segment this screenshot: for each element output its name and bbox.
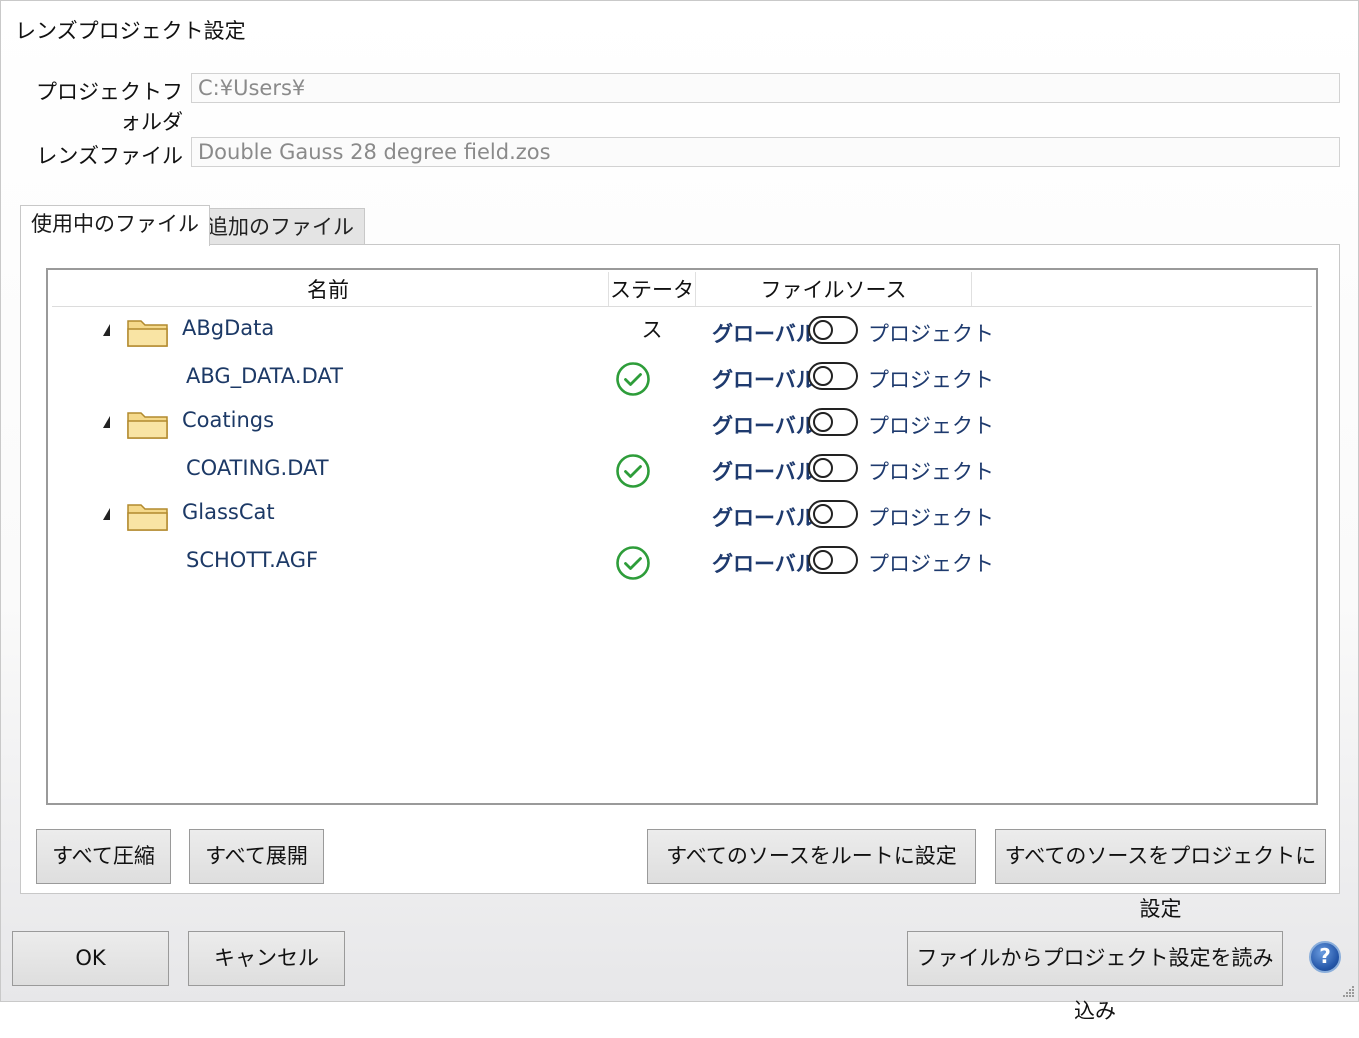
file-name: COATING.DAT bbox=[186, 456, 329, 480]
folder-name: GlassCat bbox=[182, 500, 275, 524]
ok-button[interactable]: OK bbox=[12, 931, 169, 986]
collapse-all-button[interactable]: すべて圧縮 bbox=[36, 829, 171, 884]
column-header-source[interactable]: ファイルソース bbox=[696, 270, 971, 308]
column-header-status[interactable]: ステータス bbox=[608, 270, 696, 342]
tab-files-in-use[interactable]: 使用中のファイル bbox=[20, 205, 210, 246]
column-header-name[interactable]: 名前 bbox=[48, 270, 608, 308]
header-divider bbox=[52, 306, 1312, 307]
tree-row-file[interactable]: COATING.DAT グローバル プロジェクト bbox=[48, 446, 1316, 492]
folder-name: Coatings bbox=[182, 408, 275, 432]
project-folder-label: プロジェクトフォルダ bbox=[36, 80, 183, 134]
expander-triangle-icon[interactable] bbox=[103, 416, 110, 428]
expand-all-button[interactable]: すべて展開 bbox=[189, 829, 324, 884]
source-global-label: グローバル bbox=[712, 460, 817, 484]
tab-files-in-use-label: 使用中のファイル bbox=[31, 212, 199, 236]
lens-file-field[interactable]: Double Gauss 28 degree field.zos bbox=[191, 137, 1340, 167]
source-global-label: グローバル bbox=[712, 322, 817, 346]
file-tree[interactable]: 名前 ステータス ファイルソース ABgData グローバル プロジェクト AB… bbox=[46, 268, 1318, 805]
source-toggle[interactable] bbox=[808, 454, 858, 482]
check-circle-icon bbox=[616, 454, 650, 488]
tree-row-folder[interactable]: ABgData グローバル プロジェクト bbox=[48, 308, 1316, 354]
tree-row-file[interactable]: SCHOTT.AGF グローバル プロジェクト bbox=[48, 538, 1316, 584]
tree-row-file[interactable]: ABG_DATA.DAT グローバル プロジェクト bbox=[48, 354, 1316, 400]
folder-icon bbox=[127, 412, 168, 439]
source-project-label: プロジェクト bbox=[868, 460, 994, 484]
tab-additional-files-label: 追加のファイル bbox=[207, 215, 354, 239]
resize-grip-icon[interactable] bbox=[1341, 984, 1355, 998]
help-icon[interactable]: ? bbox=[1309, 941, 1341, 973]
source-toggle[interactable] bbox=[808, 362, 858, 390]
tab-additional-files[interactable]: 追加のファイル bbox=[196, 208, 365, 245]
source-toggle[interactable] bbox=[808, 408, 858, 436]
source-global-label: グローバル bbox=[712, 506, 817, 530]
cancel-button[interactable]: キャンセル bbox=[188, 931, 345, 986]
file-name: ABG_DATA.DAT bbox=[186, 364, 343, 388]
source-project-label: プロジェクト bbox=[868, 368, 994, 392]
lens-project-settings-dialog: レンズプロジェクト設定 プロジェクトフォルダ C:¥Users¥ レンズファイル… bbox=[0, 0, 1359, 1023]
source-global-label: グローバル bbox=[712, 368, 817, 392]
source-project-label: プロジェクト bbox=[868, 322, 994, 346]
source-global-label: グローバル bbox=[712, 414, 817, 438]
column-separator bbox=[971, 272, 972, 306]
dialog-title: レンズプロジェクト設定 bbox=[15, 19, 246, 43]
project-folder-field[interactable]: C:¥Users¥ bbox=[191, 73, 1340, 103]
folder-icon bbox=[127, 320, 168, 347]
source-project-label: プロジェクト bbox=[868, 414, 994, 438]
folder-name: ABgData bbox=[182, 316, 275, 340]
source-toggle[interactable] bbox=[808, 500, 858, 528]
lens-file-label: レンズファイル bbox=[36, 144, 183, 168]
lens-file-value: Double Gauss 28 degree field.zos bbox=[198, 140, 551, 164]
tree-row-folder[interactable]: GlassCat グローバル プロジェクト bbox=[48, 492, 1316, 538]
tab-panel: 名前 ステータス ファイルソース ABgData グローバル プロジェクト AB… bbox=[20, 244, 1340, 921]
expander-triangle-icon[interactable] bbox=[103, 508, 110, 520]
check-circle-icon bbox=[616, 362, 650, 396]
file-name: SCHOTT.AGF bbox=[186, 548, 319, 572]
set-all-sources-root-button[interactable]: すべてのソースをルートに設定 bbox=[647, 829, 976, 884]
load-settings-from-file-button[interactable]: ファイルからプロジェクト設定を読み込み bbox=[907, 931, 1283, 1023]
check-circle-icon bbox=[616, 546, 650, 580]
source-toggle[interactable] bbox=[808, 316, 858, 344]
source-global-label: グローバル bbox=[712, 552, 817, 576]
set-all-sources-project-button[interactable]: すべてのソースをプロジェクトに設定 bbox=[995, 829, 1326, 921]
source-toggle[interactable] bbox=[808, 546, 858, 574]
source-project-label: プロジェクト bbox=[868, 506, 994, 530]
folder-icon bbox=[127, 504, 168, 531]
tree-row-folder[interactable]: Coatings グローバル プロジェクト bbox=[48, 400, 1316, 446]
source-project-label: プロジェクト bbox=[868, 552, 994, 576]
expander-triangle-icon[interactable] bbox=[103, 324, 110, 336]
project-folder-value: C:¥Users¥ bbox=[198, 76, 306, 100]
